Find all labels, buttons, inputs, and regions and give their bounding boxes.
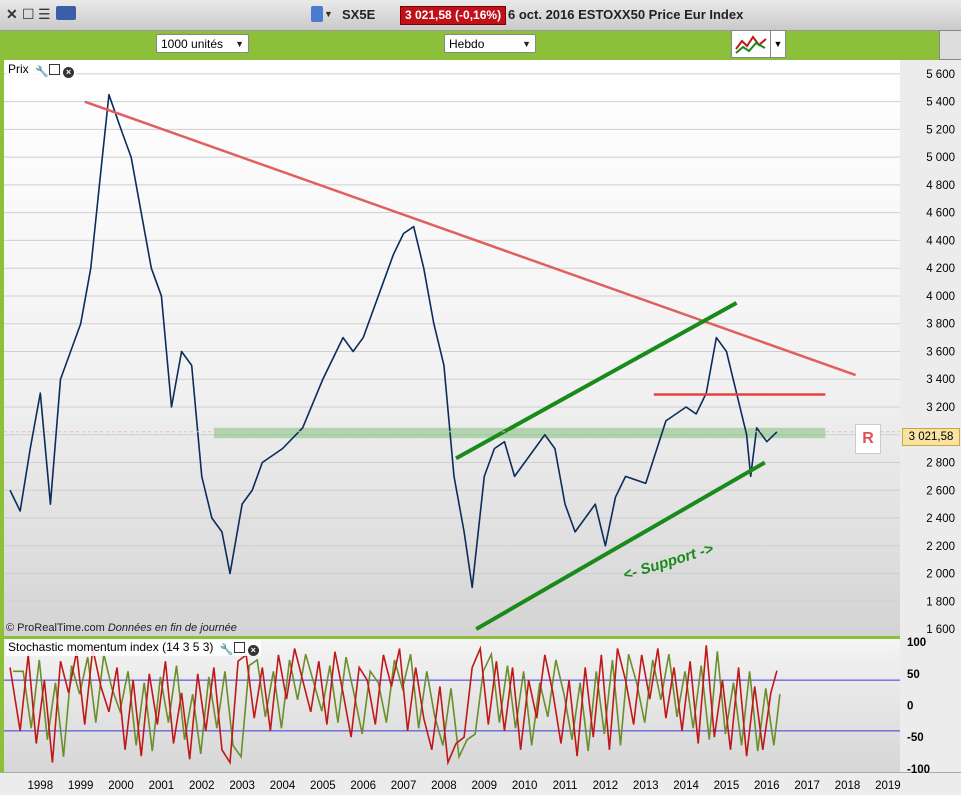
x-tick-label: 2011 [553,780,578,792]
price-panel-label: Prix [8,62,29,76]
x-tick-label: 2000 [108,780,134,792]
price-series [9,93,778,589]
y-tick-label: 2 200 [926,541,955,553]
y-tick-label: 4 400 [926,235,955,247]
last-price-tag: 3 021,58 [902,428,960,446]
y-tick-label: 5 600 [926,69,955,81]
x-tick-label: 2019 [875,780,901,792]
stochastic-panel-label: Stochastic momentum index (14 3 5 3) [8,640,214,654]
window-icon[interactable] [233,642,245,653]
x-tick-label: 1999 [68,780,94,792]
x-tick-label: 2004 [270,780,296,792]
x-tick-label: 2001 [149,780,175,792]
stochastic-tick-label: 0 [907,701,913,713]
stochastic-tick-label: -50 [907,732,924,744]
y-tick-label: 1 800 [926,596,955,608]
close-icon[interactable]: × [63,67,75,78]
resistance-tag[interactable]: R [855,424,881,454]
y-tick-labels: 1 6001 8002 0002 2002 4002 6002 8003 000… [907,69,955,776]
close-icon[interactable]: × [247,645,259,656]
y-tick-label: 5 000 [926,152,955,164]
y-tick-label: 5 200 [926,124,955,136]
x-tick-label: 2003 [229,780,255,792]
y-tick-label: 2 600 [926,485,955,497]
y-tick-label: 5 400 [926,97,955,109]
price-line [9,93,778,589]
y-tick-label: 1 600 [926,624,955,636]
y-tick-label: 3 800 [926,319,955,331]
y-tick-label: 3 400 [926,374,955,386]
y-tick-label: 3 200 [926,402,955,414]
x-tick-label: 1998 [28,780,54,792]
x-tick-label: 2009 [471,780,497,792]
y-tick-label: 2 800 [926,458,955,470]
y-tick-label: 4 800 [926,180,955,192]
stochastic-tick-label: 100 [907,637,926,649]
chart-overlays-back [213,427,826,439]
x-tick-label: 2013 [633,780,659,792]
credit-note: Données en fin de journée [107,622,237,634]
x-tick-label: 2012 [593,780,619,792]
chart-overlays-front [4,100,900,631]
x-tick-label: 2014 [673,780,699,792]
x-tick-label: 2010 [512,780,538,792]
x-tick-label: 2002 [189,780,215,792]
y-tick-label: 2 400 [926,513,955,525]
price-grid [4,73,900,630]
x-tick-label: 2016 [754,780,780,792]
x-tick-label: 2005 [310,780,336,792]
x-tick-label: 2008 [431,780,457,792]
wrench-icon[interactable]: 🔧 [220,645,234,656]
y-tick-label: 2 000 [926,569,955,581]
downtrend-line [84,100,857,377]
x-tick-labels: 1998 1999 2000 2001 2002 2003 2004 2005 2006 2007… [28,780,901,792]
credit-source: © ProRealTime.com [6,622,105,634]
y-tick-label: 4 600 [926,208,955,220]
data-credit: © ProRealTime.com Données en fin de jour… [6,622,237,634]
stochastic-tick-label: -100 [907,764,930,776]
x-tick-label: 2015 [714,780,740,792]
x-tick-label: 2018 [835,780,861,792]
stochastic-series [9,645,781,766]
y-tick-label: 4 000 [926,291,955,303]
wrench-icon[interactable]: 🔧 [35,67,49,78]
window-icon[interactable] [49,64,61,75]
y-tick-label: 3 600 [926,346,955,358]
support-zone [213,427,826,439]
price-panel-header: Prix 🔧 × [6,62,77,78]
support-annotation: <- Support -> [621,540,715,584]
x-tick-label: 2007 [391,780,417,792]
y-tick-label: 4 200 [926,263,955,275]
chart-svg: 1 6001 8002 0002 2002 4002 6002 8003 000… [4,69,955,792]
x-tick-label: 2006 [350,780,376,792]
stochastic-tick-label: 50 [907,669,920,681]
stochastic-panel-header: Stochastic momentum index (14 3 5 3) 🔧 × [6,640,261,656]
x-tick-label: 2017 [794,780,820,792]
